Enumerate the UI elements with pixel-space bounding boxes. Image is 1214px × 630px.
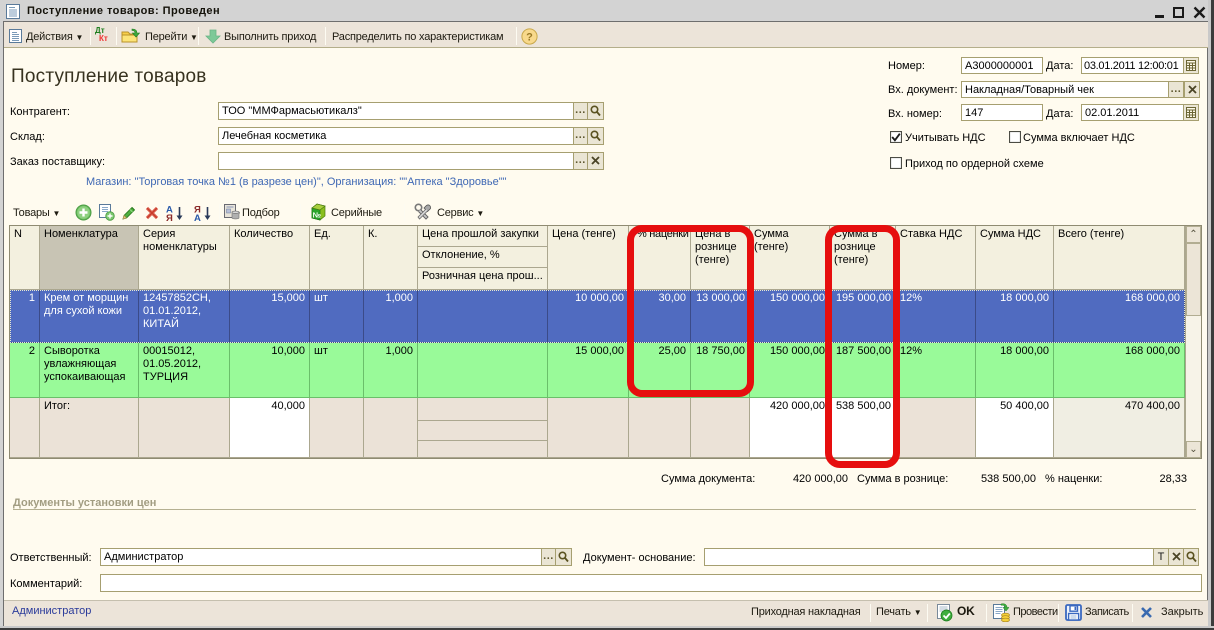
svg-text:№: № bbox=[313, 211, 321, 220]
svg-text:?: ? bbox=[526, 32, 533, 44]
svg-text:Я: Я bbox=[166, 213, 173, 221]
svg-text:А: А bbox=[194, 213, 201, 221]
